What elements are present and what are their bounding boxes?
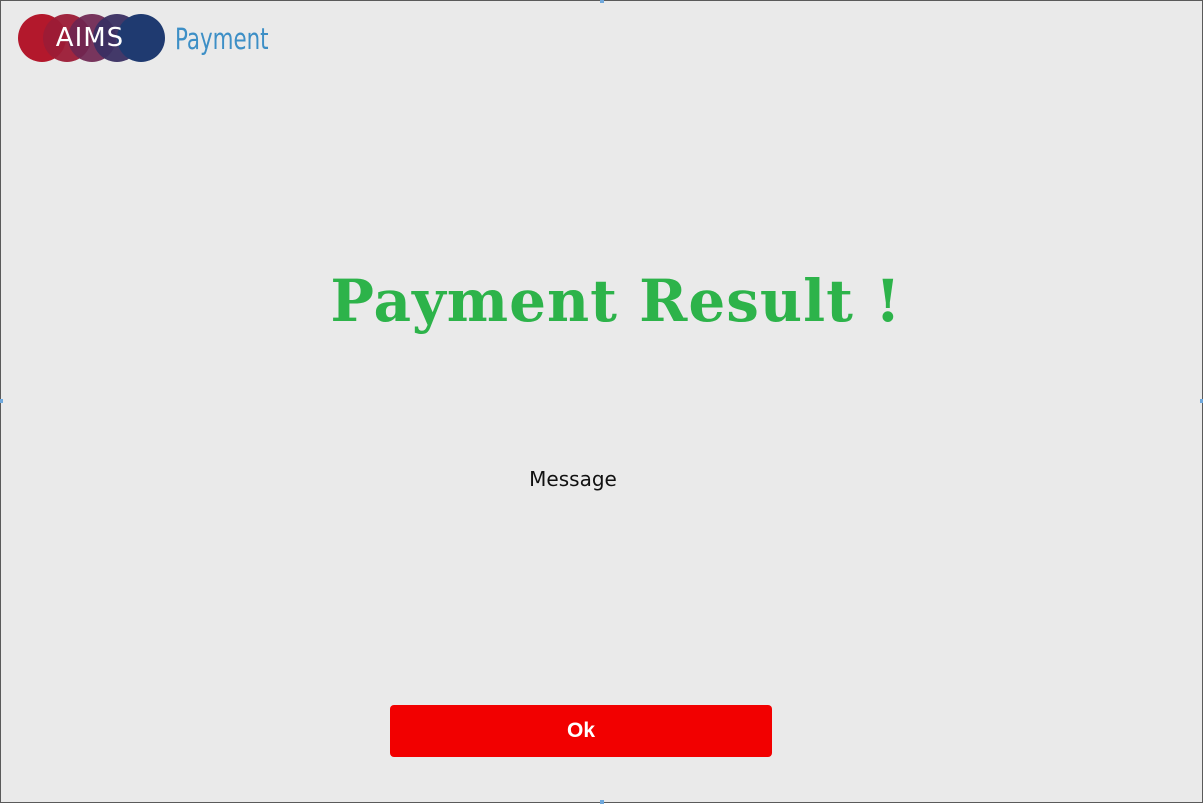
brand-subtitle: Payment — [175, 22, 269, 56]
ok-button[interactable]: Ok — [390, 705, 772, 757]
resize-handle-bottom[interactable] — [600, 800, 604, 804]
logo-text: AIMS — [55, 23, 125, 53]
resize-handle-top[interactable] — [600, 0, 604, 3]
result-message: Message — [529, 467, 617, 491]
payment-result-window: AIMS Payment Payment Result ! Message Ok — [0, 0, 1203, 804]
aims-logo: AIMS — [17, 13, 167, 63]
header: AIMS Payment — [17, 13, 289, 63]
page-title: Payment Result ! — [330, 267, 902, 335]
resize-handle-left[interactable] — [0, 399, 3, 403]
